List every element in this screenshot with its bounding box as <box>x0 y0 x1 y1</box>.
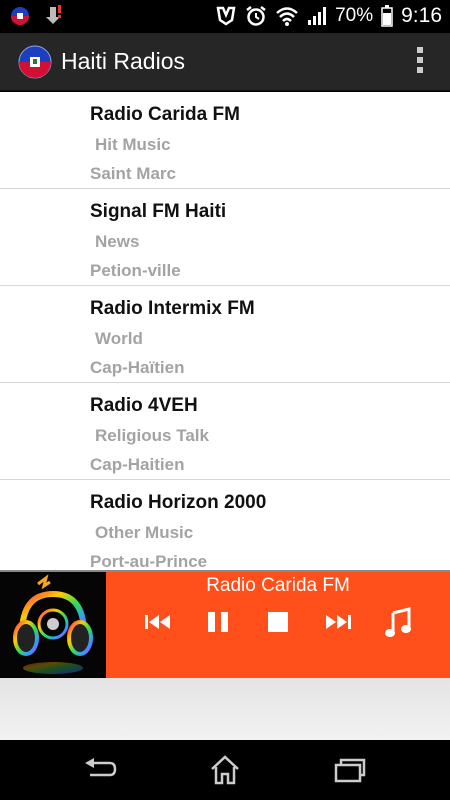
station-item[interactable]: Radio 4VEH Religious Talk Cap-Haitien <box>0 383 450 480</box>
station-city: Petion-ville <box>90 261 181 280</box>
back-icon <box>85 758 117 777</box>
status-bar: 70% 9:16 <box>0 0 450 33</box>
station-item[interactable]: Radio Intermix FM World Cap-Haïtien <box>0 286 450 383</box>
station-name: Signal FM Haiti <box>90 201 227 222</box>
haiti-flag-app-icon <box>18 45 52 79</box>
app-title: Haiti Radios <box>61 48 185 74</box>
music-note-icon <box>385 607 411 637</box>
station-genre: Hit Music <box>95 135 171 154</box>
headphones-art-image <box>0 572 106 678</box>
player-controls <box>106 602 450 652</box>
station-list[interactable]: Radio Carida FM Hit Music Saint Marc Sig… <box>0 92 450 570</box>
station-name: Radio 4VEH <box>90 395 198 416</box>
recent-apps-icon <box>334 758 366 783</box>
station-name: Radio Horizon 2000 <box>90 492 267 513</box>
station-city: Port-au-Prince <box>90 552 208 570</box>
navigation-bar <box>0 740 450 800</box>
station-city: Cap-Haïtien <box>90 358 185 377</box>
station-genre: World <box>95 329 143 348</box>
overflow-menu-icon[interactable] <box>416 47 424 77</box>
recent-apps-button[interactable] <box>330 754 370 786</box>
next-button[interactable] <box>318 602 358 642</box>
previous-icon <box>145 615 170 629</box>
home-button[interactable] <box>205 754 245 786</box>
empty-area <box>0 678 450 740</box>
sim-icon <box>216 6 236 26</box>
station-item[interactable]: Signal FM Haiti News Petion-ville <box>0 189 450 286</box>
pause-icon <box>208 612 228 632</box>
station-genre: Religious Talk <box>95 426 209 445</box>
alarm-icon <box>246 6 266 26</box>
album-art <box>0 572 106 678</box>
station-name: Radio Intermix FM <box>90 298 255 319</box>
next-icon <box>326 615 351 629</box>
wifi-icon <box>276 7 298 26</box>
station-genre: Other Music <box>95 523 194 542</box>
station-name: Radio Carida FM <box>90 104 240 125</box>
haiti-flag-notification-icon <box>11 7 29 25</box>
now-playing-title: Radio Carida FM <box>206 575 350 596</box>
battery-percent: 70% <box>335 5 374 26</box>
download-icon <box>46 5 61 24</box>
mini-player: Radio Carida FM <box>0 570 450 678</box>
signal-icon <box>308 7 327 25</box>
station-city: Cap-Haitien <box>90 455 185 474</box>
station-genre: News <box>95 232 140 251</box>
battery-icon <box>381 5 393 27</box>
stop-button[interactable] <box>258 602 298 642</box>
home-icon <box>211 755 239 785</box>
previous-button[interactable] <box>138 602 178 642</box>
stop-icon <box>268 612 288 632</box>
pause-button[interactable] <box>198 602 238 642</box>
station-city: Saint Marc <box>90 164 176 183</box>
clock: 9:16 <box>401 4 442 27</box>
music-button[interactable] <box>378 602 418 642</box>
back-button[interactable] <box>80 754 120 786</box>
action-bar: Haiti Radios <box>0 33 450 91</box>
station-item[interactable]: Radio Carida FM Hit Music Saint Marc <box>0 92 450 189</box>
station-item[interactable]: Radio Horizon 2000 Other Music Port-au-P… <box>0 480 450 570</box>
